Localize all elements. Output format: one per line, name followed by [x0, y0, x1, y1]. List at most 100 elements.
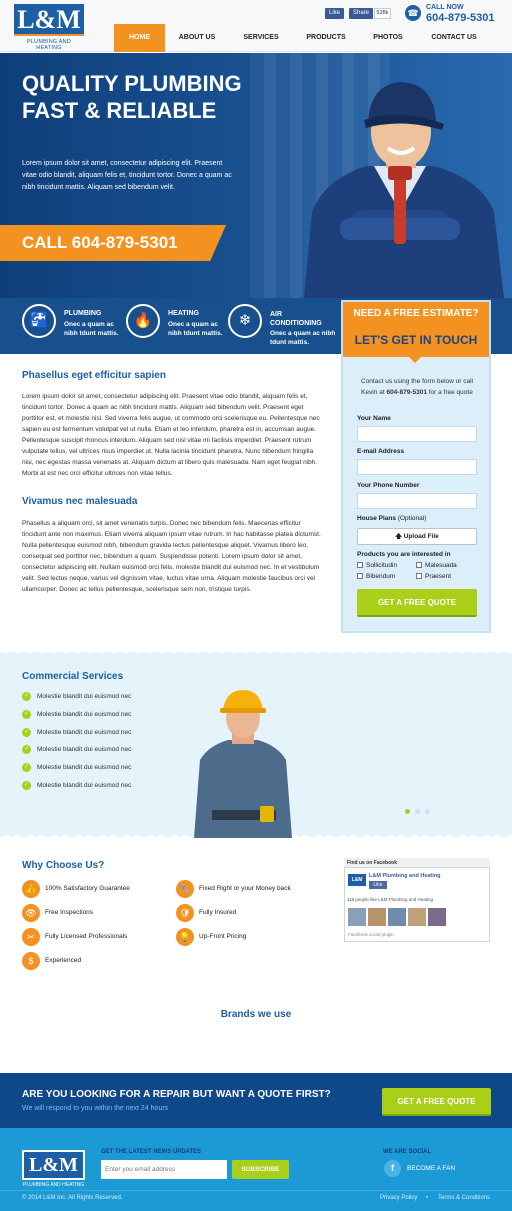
- worker-photo: [194, 690, 292, 838]
- snowflake-icon: ❄: [228, 304, 262, 338]
- nav-photos[interactable]: PHOTOS: [362, 24, 414, 52]
- checkbox-box[interactable]: [357, 562, 363, 569]
- nav-contact-us[interactable]: CONTACT US: [424, 24, 484, 52]
- privacy-policy-link[interactable]: Privacy Policy: [380, 1195, 417, 1201]
- checkbox-label: Malesuada: [425, 562, 457, 569]
- get-free-quote-button[interactable]: GET A FREE QUOTE: [357, 589, 477, 617]
- commercial-item-label: Molestie blandit dui euismod nec: [37, 711, 132, 719]
- email-field[interactable]: [357, 459, 477, 475]
- name-field[interactable]: [357, 426, 477, 442]
- phone-icon: ☎: [405, 5, 421, 21]
- dollar-icon: $: [22, 952, 40, 970]
- phone-field[interactable]: [357, 493, 477, 509]
- commercial-item: ✓ Molestie blandit dui euismod nec: [22, 710, 131, 719]
- brands-title: Brands we use: [220, 1009, 292, 1020]
- fan-avatar[interactable]: [348, 908, 366, 926]
- footer-divider: [0, 1190, 512, 1191]
- wave-divider: [0, 648, 512, 656]
- nav-products[interactable]: PRODUCTS: [297, 24, 355, 52]
- upload-file-button[interactable]: 🡅 Upload File: [357, 528, 477, 545]
- checkbox-box[interactable]: [357, 573, 363, 580]
- fan-avatar[interactable]: [408, 908, 426, 926]
- commercial-item: ✓ Molestie blandit dui euismod nec: [22, 763, 131, 772]
- repair-quote-button[interactable]: GET A FREE QUOTE: [382, 1088, 491, 1116]
- why-item-label: Experienced: [45, 957, 82, 964]
- check-icon: ✓: [22, 781, 31, 790]
- header-phone[interactable]: 604-879-5301: [426, 12, 495, 24]
- carousel-dot[interactable]: [425, 809, 430, 814]
- product-checkbox[interactable]: Bibendum: [357, 573, 395, 580]
- thumbs-up-icon: 👍: [22, 880, 40, 898]
- newsletter-title: GET THE LATEST NEWS UPDATES: [101, 1149, 202, 1155]
- main-nav: HOME ABOUT US SERVICES PRODUCTS PHOTOS C…: [114, 24, 512, 52]
- products-label: Products you are interested in: [357, 551, 451, 558]
- fan-avatar[interactable]: [388, 908, 406, 926]
- terms-link[interactable]: Terms & Conditions: [438, 1195, 490, 1201]
- estimate-arrow: [409, 357, 421, 363]
- why-title: Why Choose Us?: [22, 860, 105, 871]
- commercial-item-label: Molestie blandit dui euismod nec: [37, 693, 132, 701]
- service-air-conditioning[interactable]: ❄ AIR CONDITIONING Onec a quam ac nibh t…: [228, 304, 338, 346]
- service-heating[interactable]: 🔥 HEATING Onec a quam ac nibh tdunt matt…: [126, 304, 226, 344]
- commercial-item: ✓ Molestie blandit dui euismod nec: [22, 745, 131, 754]
- facebook-plugin-note: Facebook social plugin: [348, 932, 394, 937]
- fan-avatar[interactable]: [428, 908, 446, 926]
- product-checkbox[interactable]: Malesuada: [416, 562, 457, 569]
- service-title: HEATING: [168, 310, 199, 317]
- facebook-like-button[interactable]: Like: [325, 8, 345, 19]
- why-item-label: Up-Front Pricing: [199, 933, 247, 940]
- carousel-dot[interactable]: [415, 809, 420, 814]
- commercial-item-label: Molestie blandit dui euismod nec: [37, 764, 132, 772]
- why-item-label: 100% Satisfactory Guarantee: [45, 885, 130, 892]
- footer-separator: •: [426, 1195, 429, 1201]
- commercial-item: ✓ Molestie blandit dui euismod nec: [22, 728, 131, 737]
- fan-avatar[interactable]: [368, 908, 386, 926]
- checkbox-label: Sollicitudin: [366, 562, 398, 569]
- become-a-fan-link[interactable]: BECOME A FAN: [407, 1165, 455, 1172]
- nav-services[interactable]: SERVICES: [234, 24, 288, 52]
- service-plumbing[interactable]: 🚰 PLUMBING Onec a quam ac nibh tdunt mat…: [22, 304, 122, 344]
- upload-label: Upload File: [403, 533, 439, 540]
- facebook-page-logo: L&M: [348, 874, 366, 886]
- logo-subtitle: PLUMBING AND HEATING: [27, 39, 71, 51]
- body-paragraph: Phasellus a aliquam orci, sit amet venen…: [22, 520, 321, 593]
- email-label: E-mail Address: [357, 448, 405, 455]
- carousel-dot-active[interactable]: [405, 809, 410, 814]
- intro-text-end: for a free quote: [426, 389, 473, 396]
- facebook-page-name[interactable]: L&M Plumbing and Heating: [369, 873, 441, 879]
- checkbox-box[interactable]: [416, 562, 422, 569]
- footer-logo[interactable]: L&M: [22, 1150, 85, 1180]
- nav-about-us[interactable]: ABOUT US: [170, 24, 224, 52]
- commercial-item: ✓ Molestie blandit dui euismod nec: [22, 781, 131, 790]
- product-checkbox[interactable]: Sollicitudin: [357, 562, 397, 569]
- facebook-icon[interactable]: f: [384, 1160, 401, 1177]
- check-icon: ✓: [22, 710, 31, 719]
- checkbox-box[interactable]: [416, 573, 422, 580]
- subscribe-button[interactable]: SUBSCRIBE: [232, 1160, 289, 1179]
- facebook-widget-title: Find us on Facebook: [347, 860, 398, 866]
- product-checkbox[interactable]: Praesent: [416, 573, 451, 580]
- repair-subtitle: We will respond to you within the next 2…: [22, 1105, 169, 1112]
- hero-text: Lorem ipsum dolor sit amet, consectetur …: [22, 160, 232, 191]
- estimate-intro: Contact us using the form below or call …: [356, 376, 478, 398]
- nav-home[interactable]: HOME: [114, 24, 165, 52]
- why-item-label: Free Inspections: [45, 909, 94, 916]
- hero-call-button[interactable]: CALL 604-879-5301: [0, 225, 226, 261]
- commercial-item-label: Molestie blandit dui euismod nec: [37, 746, 132, 754]
- facebook-people: 118 people like L&M Plumbing and Heating…: [347, 897, 435, 902]
- intro-phone: 604-879-5301: [386, 389, 427, 396]
- hero-title: QUALITY PLUMBING FAST & RELIABLE: [22, 71, 242, 123]
- section-heading: Vivamus nec malesuada: [22, 496, 138, 507]
- why-item-label: Fully Insured: [199, 909, 237, 916]
- repair-title: ARE YOU LOOKING FOR A REPAIR BUT WANT A …: [22, 1089, 331, 1100]
- footer-logo-subtitle: PLUMBING AND HEATING: [22, 1182, 85, 1188]
- site-logo[interactable]: L&M PLUMBING AND HEATING: [14, 4, 84, 51]
- plans-label-text: House Plans: [357, 515, 397, 522]
- check-icon: ✓: [22, 763, 31, 772]
- newsletter-email-input[interactable]: [101, 1160, 227, 1179]
- facebook-share-button[interactable]: Share: [349, 8, 374, 19]
- facebook-widget-like[interactable]: Like: [369, 881, 387, 889]
- logo-mark: L&M: [14, 4, 84, 36]
- check-icon: ✓: [22, 728, 31, 737]
- like-label: Like: [329, 10, 341, 16]
